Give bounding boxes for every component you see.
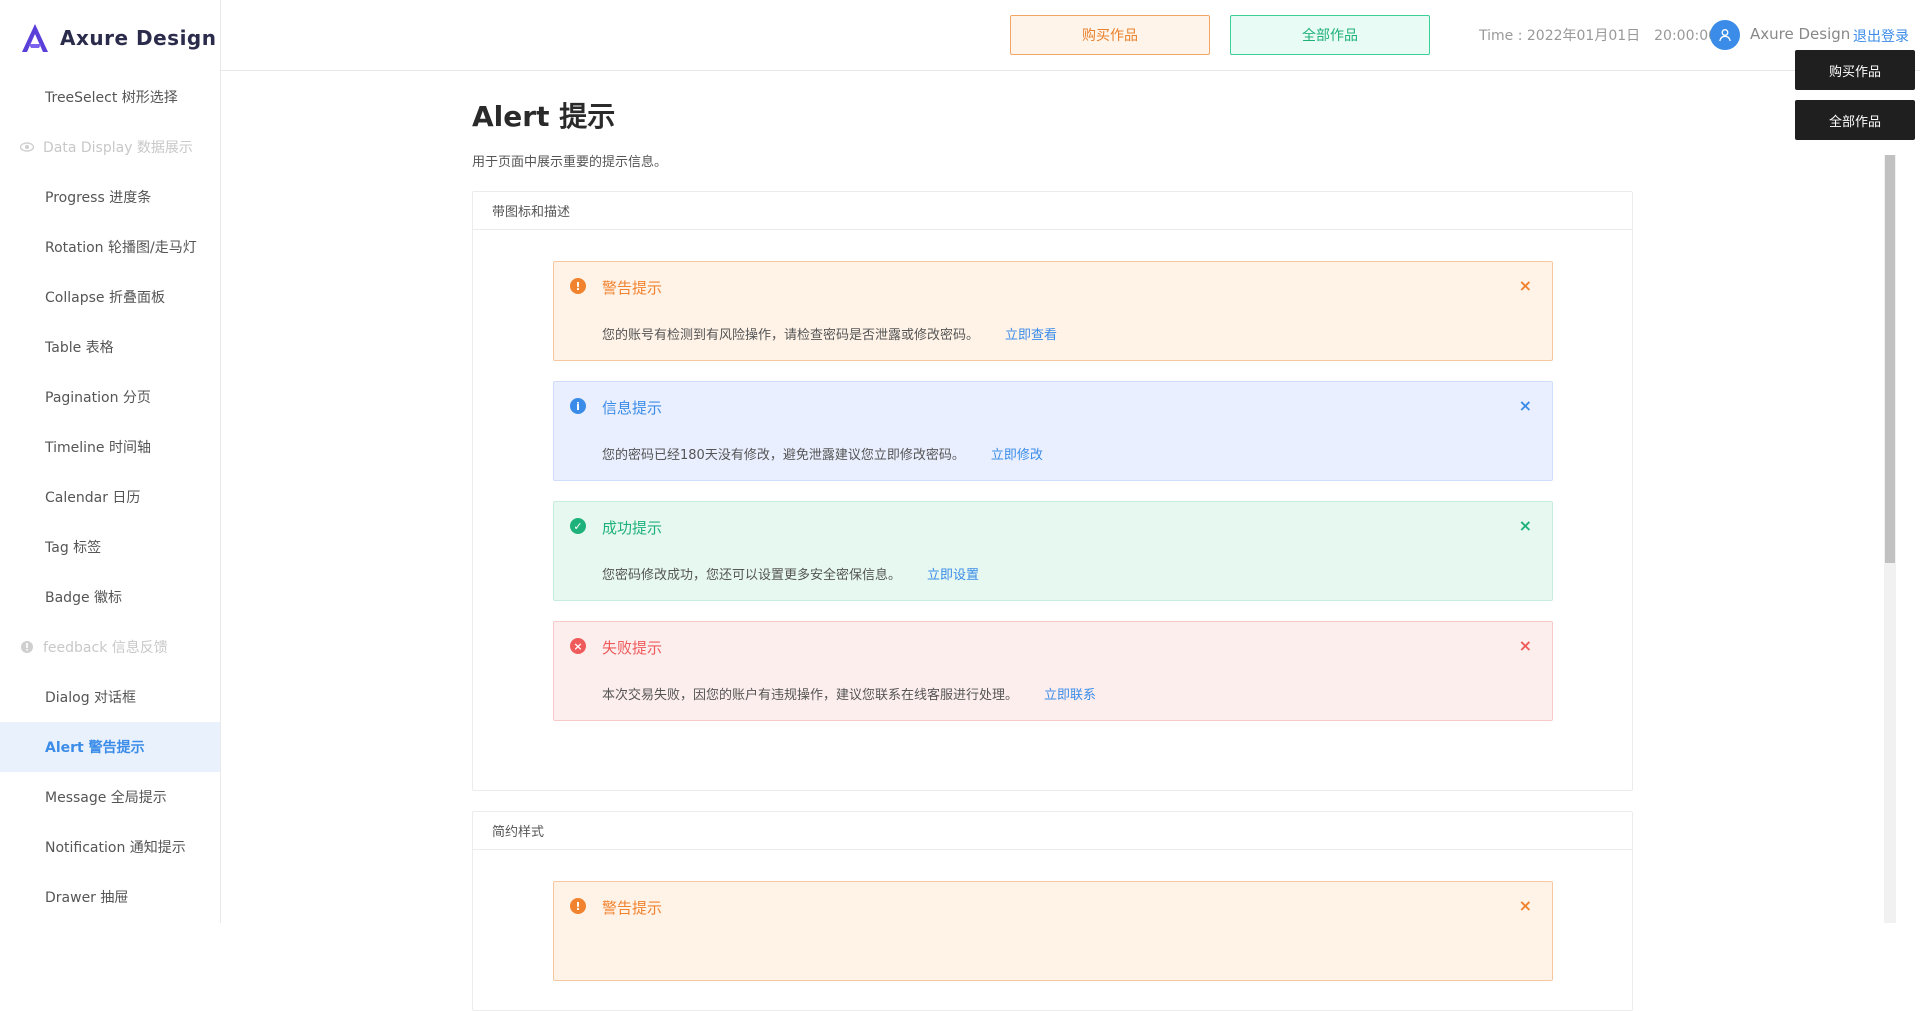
- sidebar-group-data-display: Data Display 数据展示: [0, 122, 220, 172]
- alert-description: 您的账号有检测到有风险操作，请检查密码是否泄露或修改密码。 立即查看: [602, 324, 1057, 343]
- date-text: Time : 2022年01月01日: [1479, 28, 1641, 44]
- alert-action-link[interactable]: 立即修改: [991, 448, 1043, 463]
- float-buy-works-button[interactable]: 购买作品: [1795, 50, 1915, 90]
- logout-link[interactable]: 退出登录: [1853, 26, 1909, 46]
- alert-desc-text: 本次交易失败，因您的账户有违规操作，建议您联系在线客服进行处理。: [602, 688, 1019, 703]
- sidebar-item-label: Alert 警告提示: [45, 740, 145, 756]
- error-circle-icon: ×: [570, 638, 586, 654]
- alert-title: 成功提示: [602, 519, 663, 537]
- sidebar-nav: TreeSelect 树形选择 Data Display 数据展示 Progre…: [0, 72, 220, 922]
- all-works-button[interactable]: 全部作品: [1230, 15, 1430, 55]
- sidebar: Axure Design TreeSelect 树形选择 Data Displa…: [0, 0, 221, 923]
- sidebar-item-drawer[interactable]: Drawer 抽屉: [0, 872, 220, 922]
- sidebar-item-calendar[interactable]: Calendar 日历: [0, 472, 220, 522]
- sidebar-group-label: Data Display 数据展示: [43, 140, 193, 156]
- top-header: 购买作品 全部作品 Time : 2022年01月01日 20:00:00 Axu…: [221, 0, 1920, 71]
- sidebar-item-alert[interactable]: Alert 警告提示: [0, 722, 220, 772]
- sidebar-item-label: Dialog 对话框: [45, 690, 137, 706]
- sidebar-item-collapse[interactable]: Collapse 折叠面板: [0, 272, 220, 322]
- sidebar-item-label: Notification 通知提示: [45, 840, 186, 856]
- sidebar-item-dialog[interactable]: Dialog 对话框: [0, 672, 220, 722]
- alert-action-link[interactable]: 立即设置: [927, 568, 979, 583]
- sidebar-item-label: Calendar 日历: [45, 490, 141, 506]
- scrollbar-thumb[interactable]: [1885, 155, 1895, 563]
- alert-action-link[interactable]: 立即联系: [1044, 688, 1096, 703]
- logo-text: Axure Design: [60, 26, 217, 50]
- card-with-icon: 带图标和描述 ! 警告提示 × 您的账号有检测到有风险操作，请检查密码是否泄露或…: [472, 191, 1633, 791]
- buy-works-button[interactable]: 购买作品: [1010, 15, 1210, 55]
- clock-text: 20:00:00: [1654, 28, 1718, 44]
- info-icon: i: [570, 398, 586, 414]
- warning-icon: !: [570, 898, 586, 914]
- sidebar-item-label: Tag 标签: [45, 540, 102, 556]
- check-circle-icon: ✓: [570, 518, 586, 534]
- alert-success: ✓ 成功提示 × 您密码修改成功，您还可以设置更多安全密保信息。 立即设置: [553, 501, 1553, 601]
- sidebar-item-label: Progress 进度条: [45, 190, 152, 206]
- close-icon[interactable]: ×: [1519, 276, 1532, 295]
- sidebar-item-progress[interactable]: Progress 进度条: [0, 172, 220, 222]
- close-icon[interactable]: ×: [1519, 396, 1532, 415]
- time-display: Time : 2022年01月01日 20:00:00: [1479, 25, 1717, 45]
- sidebar-item-label: Drawer 抽屉: [45, 890, 129, 906]
- logo-icon: [22, 24, 48, 52]
- alert-title: 警告提示: [602, 899, 663, 917]
- avatar[interactable]: [1710, 20, 1740, 50]
- alert-title: 失败提示: [602, 639, 663, 657]
- alert-info: i 信息提示 × 您的密码已经180天没有修改，避免泄露建议您立即修改密码。 立即…: [553, 381, 1553, 481]
- sidebar-item-table[interactable]: Table 表格: [0, 322, 220, 372]
- alert-action-link[interactable]: 立即查看: [1005, 328, 1057, 343]
- alert-desc-text: 您的密码已经180天没有修改，避免泄露建议您立即修改密码。: [602, 448, 965, 463]
- alert-error: × 失败提示 × 本次交易失败，因您的账户有违规操作，建议您联系在线客服进行处理…: [553, 621, 1553, 721]
- user-icon: [1719, 29, 1731, 42]
- sidebar-item-label: Badge 徽标: [45, 590, 123, 606]
- alert-warning: ! 警告提示 × 您的账号有检测到有风险操作，请检查密码是否泄露或修改密码。 立即…: [553, 261, 1553, 361]
- alert-desc-text: 您的账号有检测到有风险操作，请检查密码是否泄露或修改密码。: [602, 328, 980, 343]
- sidebar-item-label: Collapse 折叠面板: [45, 290, 165, 306]
- alert-description: 本次交易失败，因您的账户有违规操作，建议您联系在线客服进行处理。 立即联系: [602, 684, 1096, 703]
- username: Axure Design: [1750, 25, 1851, 43]
- alert-description: 您的密码已经180天没有修改，避免泄露建议您立即修改密码。 立即修改: [602, 444, 1043, 463]
- card-title: 简约样式: [473, 812, 1632, 850]
- warning-icon: !: [570, 278, 586, 294]
- sidebar-item-label: Rotation 轮播图/走马灯: [45, 240, 197, 256]
- alert-desc-text: 您密码修改成功，您还可以设置更多安全密保信息。: [602, 568, 902, 583]
- alert-title: 警告提示: [602, 279, 663, 297]
- sidebar-item-label: Timeline 时间轴: [45, 440, 151, 456]
- sidebar-group-label: feedback 信息反馈: [43, 640, 168, 656]
- sidebar-item-rotation[interactable]: Rotation 轮播图/走马灯: [0, 222, 220, 272]
- sidebar-item-timeline[interactable]: Timeline 时间轴: [0, 422, 220, 472]
- card-title: 带图标和描述: [473, 192, 1632, 230]
- sidebar-group-feedback: feedback 信息反馈: [0, 622, 220, 672]
- alert-warning-simple: ! 警告提示 ×: [553, 881, 1553, 981]
- sidebar-item-notification[interactable]: Notification 通知提示: [0, 822, 220, 872]
- info-circle-icon: [20, 640, 34, 654]
- sidebar-item-pagination[interactable]: Pagination 分页: [0, 372, 220, 422]
- sidebar-item-label: Table 表格: [45, 340, 114, 356]
- close-icon[interactable]: ×: [1519, 896, 1532, 915]
- sidebar-item-label: Pagination 分页: [45, 390, 151, 406]
- scrollbar[interactable]: [1884, 155, 1896, 923]
- close-icon[interactable]: ×: [1519, 516, 1532, 535]
- sidebar-item-treeselect[interactable]: TreeSelect 树形选择: [0, 72, 220, 122]
- sidebar-item-badge[interactable]: Badge 徽标: [0, 572, 220, 622]
- logo[interactable]: Axure Design: [20, 20, 217, 56]
- eye-icon: [20, 140, 34, 154]
- sidebar-item-message[interactable]: Message 全局提示: [0, 772, 220, 822]
- float-all-works-button[interactable]: 全部作品: [1795, 100, 1915, 140]
- close-icon[interactable]: ×: [1519, 636, 1532, 655]
- alert-title: 信息提示: [602, 399, 663, 417]
- page-title: Alert 提示: [472, 100, 616, 133]
- sidebar-item-label: Message 全局提示: [45, 790, 167, 806]
- card-simple: 简约样式 ! 警告提示 ×: [472, 811, 1633, 1011]
- page-description: 用于页面中展示重要的提示信息。: [472, 155, 668, 170]
- sidebar-item-tag[interactable]: Tag 标签: [0, 522, 220, 572]
- sidebar-item-label: TreeSelect 树形选择: [45, 90, 178, 106]
- alert-description: 您密码修改成功，您还可以设置更多安全密保信息。 立即设置: [602, 564, 979, 583]
